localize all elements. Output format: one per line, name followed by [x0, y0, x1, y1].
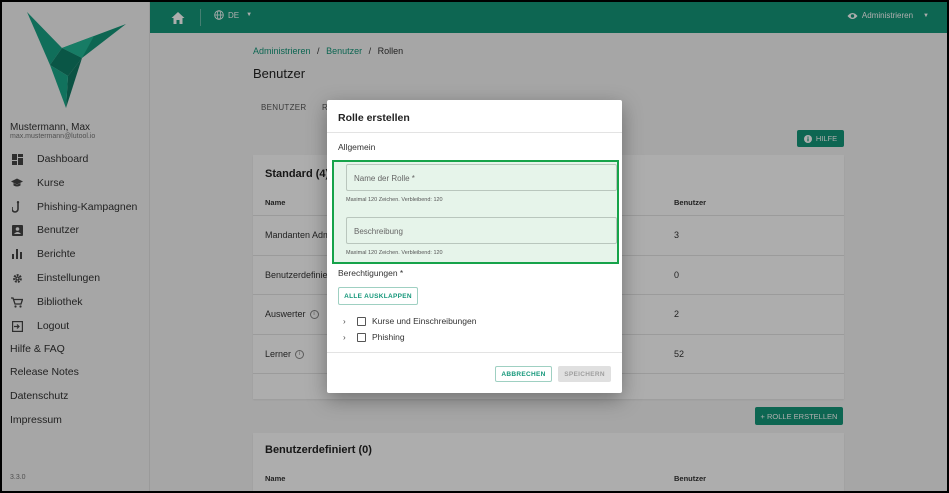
description-placeholder: Beschreibung — [354, 227, 403, 236]
role-name-placeholder: Name der Rolle * — [354, 174, 415, 183]
create-role-dialog: Rolle erstellen Allgemein Name der Rolle… — [327, 100, 622, 393]
permission-label: Kurse und Einschreibungen — [372, 316, 477, 326]
chevron-right-icon[interactable]: › — [343, 317, 351, 326]
permission-group-courses[interactable]: › Kurse und Einschreibungen — [343, 316, 476, 326]
highlighted-region: Name der Rolle * Maximal 120 Zeichen. Ve… — [332, 160, 619, 264]
permissions-label: Berechtigungen * — [338, 268, 404, 278]
permission-group-phishing[interactable]: › Phishing — [343, 332, 405, 342]
description-field[interactable]: Beschreibung — [346, 217, 617, 244]
role-name-field[interactable]: Name der Rolle * — [346, 164, 617, 191]
checkbox[interactable] — [357, 316, 366, 326]
save-button[interactable]: SPEICHERN — [558, 366, 611, 382]
description-hint: Maximal 120 Zeichen. Verbleibend: 120 — [346, 250, 443, 256]
expand-all-button[interactable]: ALLE AUSKLAPPEN — [338, 287, 418, 305]
cancel-button[interactable]: ABBRECHEN — [495, 366, 552, 382]
section-general-label: Allgemein — [338, 142, 376, 152]
dialog-title: Rolle erstellen — [338, 112, 410, 124]
permission-label: Phishing — [372, 332, 405, 342]
divider — [327, 352, 622, 353]
app-frame: Mustermann, Max max.mustermann@lutool.io… — [2, 2, 947, 491]
chevron-right-icon[interactable]: › — [343, 333, 351, 342]
role-name-hint: Maximal 120 Zeichen. Verbleibend: 120 — [346, 197, 443, 203]
checkbox[interactable] — [357, 332, 366, 342]
divider — [327, 132, 622, 133]
